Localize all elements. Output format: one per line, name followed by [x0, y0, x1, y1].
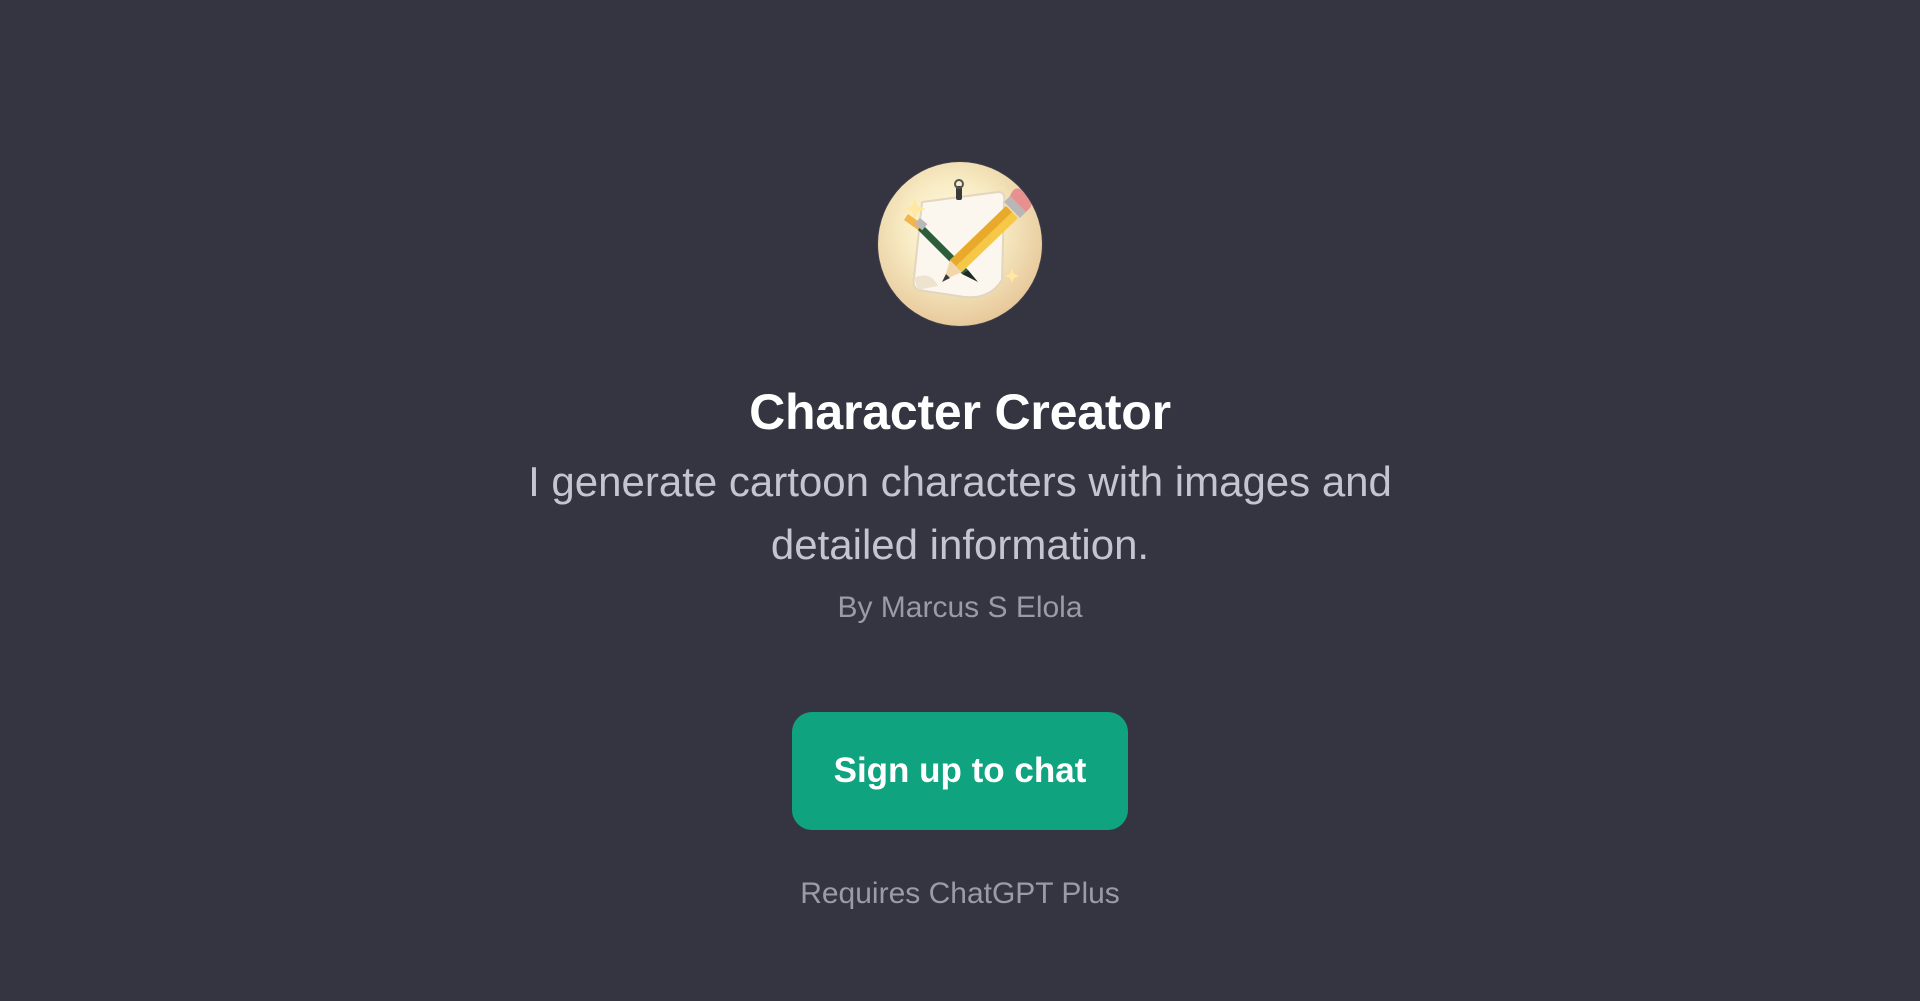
pencil-and-paper-icon — [904, 179, 1032, 299]
gpt-description: I generate cartoon characters with image… — [528, 458, 1392, 568]
sign-up-to-chat-button[interactable]: Sign up to chat — [792, 712, 1128, 830]
gpt-landing-page: Character Creator I generate cartoon cha… — [0, 0, 1920, 1001]
gpt-title: Character Creator — [749, 384, 1171, 440]
gpt-profile: Character Creator I generate cartoon cha… — [0, 162, 1920, 914]
gpt-avatar — [878, 162, 1042, 326]
gpt-author: By Marcus S Elola — [837, 591, 1083, 624]
plan-requirement-note: Requires ChatGPT Plus — [800, 877, 1120, 910]
